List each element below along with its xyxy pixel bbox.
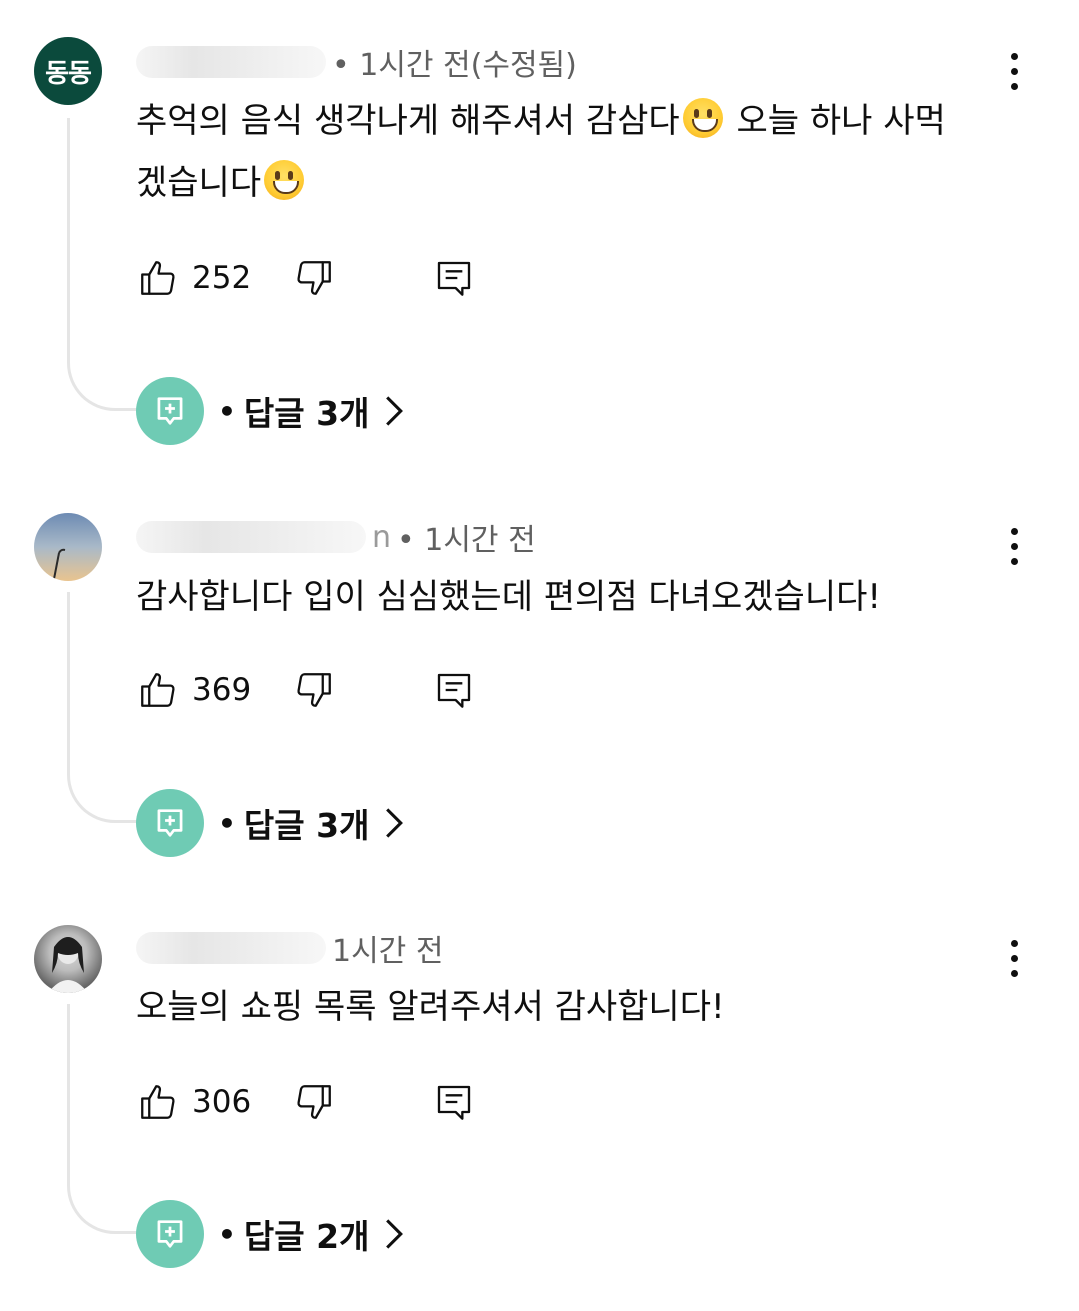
thread-line [67, 1004, 137, 1234]
replies-bullet: • [218, 806, 236, 840]
like-count: 306 [192, 1084, 252, 1120]
comment-meta: n • 1시간 전 [136, 517, 536, 558]
comment-timestamp: • 1시간 전 [397, 523, 536, 558]
thread-line [67, 118, 137, 411]
thread-line [67, 592, 137, 823]
thumbs-down-icon[interactable] [292, 256, 336, 300]
person-photo-icon [48, 937, 88, 993]
comment-meta: • 1시간 전(수정됨) [136, 42, 577, 83]
more-vert-icon[interactable] [994, 933, 1034, 983]
thumbs-up-icon[interactable] [136, 668, 180, 712]
comment-icon[interactable] [432, 668, 476, 712]
comment-actions: 252 [136, 253, 476, 303]
comment-text-part: 오늘의 쇼핑 목록 알려주셔서 감사합니다! [136, 987, 725, 1027]
like-count: 252 [192, 260, 252, 296]
add-reply-icon [136, 377, 204, 445]
redacted-username [136, 521, 366, 553]
comment-actions: 369 [136, 665, 476, 715]
redacted-username [136, 932, 326, 964]
comment-text: 추억의 음식 생각나게 해주셔서 감삼다 오늘 하나 사먹겠습니다 [136, 90, 956, 214]
comment-actions: 306 [136, 1077, 476, 1127]
thumbs-down-icon[interactable] [292, 1080, 336, 1124]
view-replies-button[interactable]: • 답글 3개 [136, 789, 405, 857]
comment-meta: 1시간 전 [136, 928, 444, 969]
thumbs-up-icon[interactable] [136, 256, 180, 300]
redacted-username [136, 46, 326, 78]
more-vert-icon[interactable] [994, 46, 1034, 96]
replies-count: 답글 3개 [243, 394, 370, 433]
comment-icon[interactable] [432, 256, 476, 300]
like-count: 369 [192, 672, 252, 708]
avatar-initials: 동동 [45, 58, 92, 89]
chevron-right-icon [383, 806, 405, 840]
avatar[interactable] [34, 925, 102, 993]
thumbs-up-icon[interactable] [136, 1080, 180, 1124]
chevron-right-icon [383, 394, 405, 428]
avatar[interactable]: 동동 [34, 37, 102, 105]
replies-bullet: • [218, 394, 236, 428]
replies-count: 답글 2개 [243, 1217, 370, 1256]
comment-text: 오늘의 쇼핑 목록 알려주셔서 감사합니다! [136, 976, 956, 1038]
comment-text-part: 감사합니다 입이 심심했는데 편의점 다녀오겠습니다! [136, 577, 882, 617]
grinning-emoji-icon [264, 160, 305, 200]
add-reply-icon [136, 789, 204, 857]
view-replies-button[interactable]: • 답글 2개 [136, 1200, 405, 1268]
username-fragment: n [372, 519, 392, 555]
comment-text: 감사합니다 입이 심심했는데 편의점 다녀오겠습니다! [136, 566, 956, 628]
grinning-emoji-icon [682, 98, 723, 138]
comment-timestamp: • 1시간 전(수정됨) [332, 48, 577, 83]
streetlamp-icon [53, 548, 66, 580]
comment-text-part: 추억의 음식 생각나게 해주셔서 감삼다 [136, 101, 680, 141]
comment-timestamp: 1시간 전 [332, 934, 444, 969]
add-reply-icon [136, 1200, 204, 1268]
replies-count: 답글 3개 [243, 806, 370, 845]
more-vert-icon[interactable] [994, 521, 1034, 571]
comment-icon[interactable] [432, 1080, 476, 1124]
replies-bullet: • [218, 1217, 236, 1251]
avatar[interactable] [34, 513, 102, 581]
chevron-right-icon [383, 1217, 405, 1251]
thumbs-down-icon[interactable] [292, 668, 336, 712]
view-replies-button[interactable]: • 답글 3개 [136, 377, 405, 445]
